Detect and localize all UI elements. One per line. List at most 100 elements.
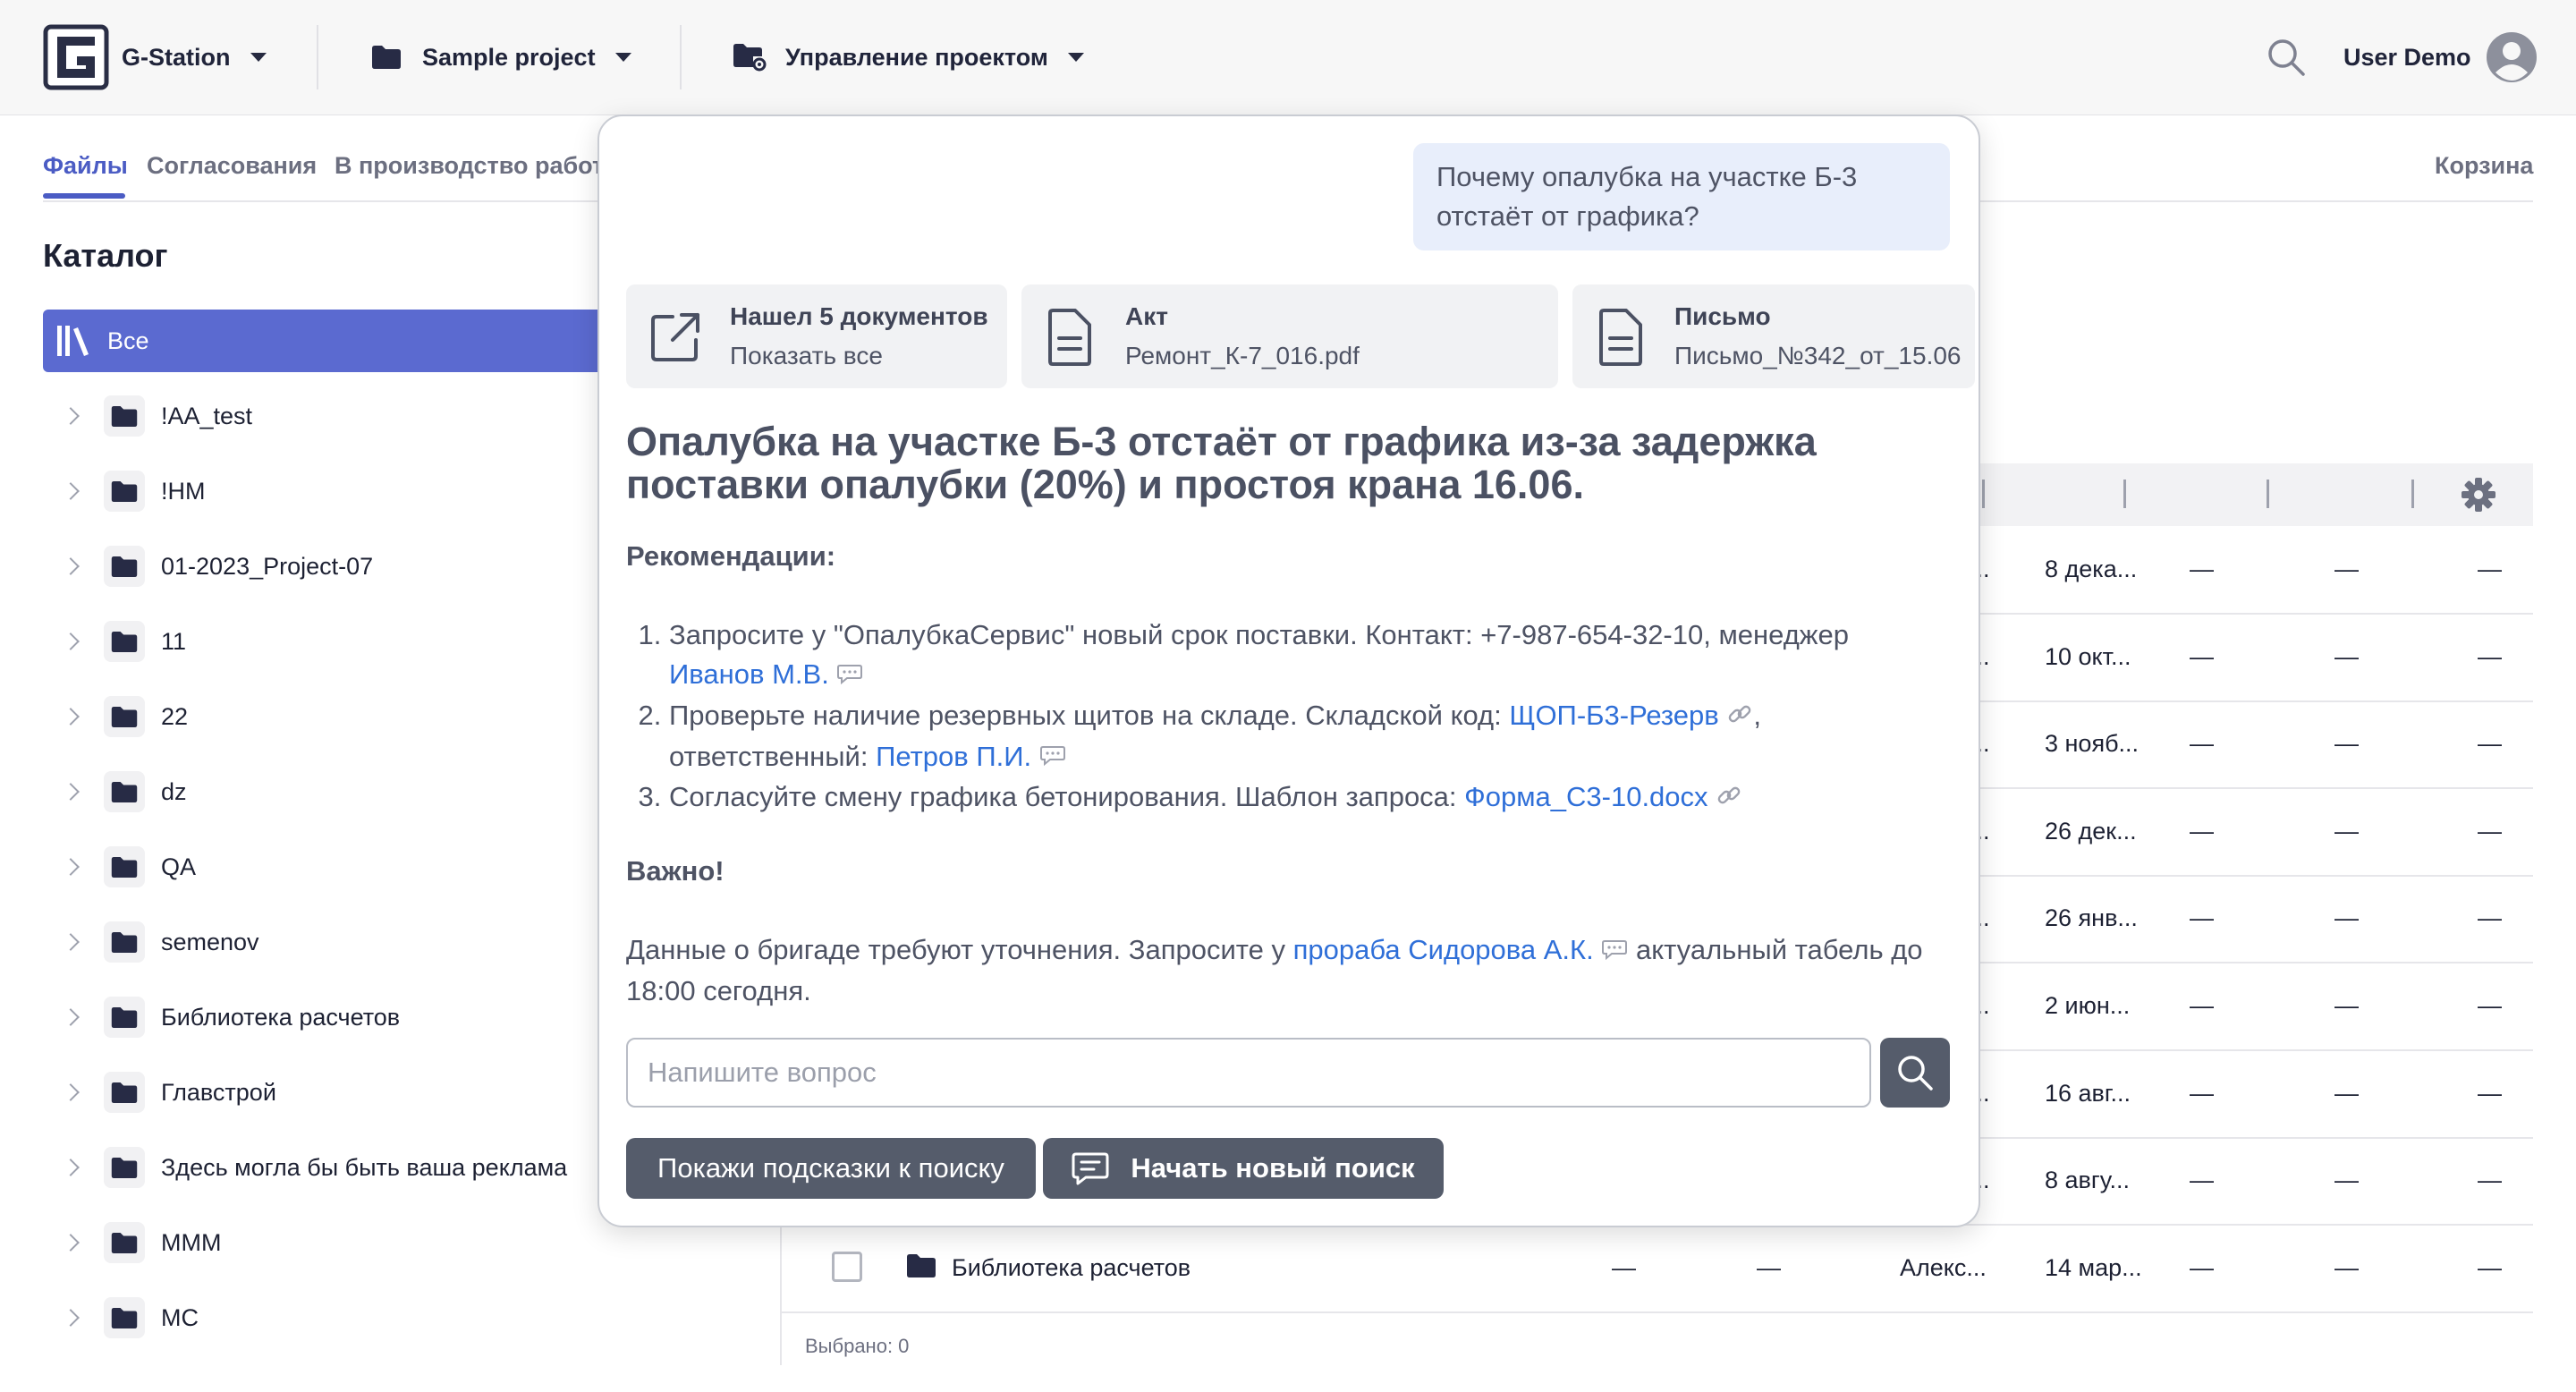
table-row[interactable]: Библиотека расчетов — — Алекс... 14 мар.… bbox=[780, 1225, 2533, 1313]
sidebar-item-label: MC bbox=[161, 1303, 199, 1331]
new-search-label: Начать новый поиск bbox=[1131, 1152, 1415, 1184]
contact-link[interactable]: прораба Сидорова А.К. bbox=[1293, 934, 1594, 965]
sidebar-item-label: !HM bbox=[161, 477, 206, 505]
folder-icon bbox=[104, 1147, 145, 1188]
chevron-right-icon[interactable] bbox=[62, 858, 80, 876]
sidebar-folder-item[interactable]: Библиотека расчетов bbox=[43, 980, 597, 1055]
tab-production[interactable]: В производство работ bbox=[335, 152, 604, 180]
app-switcher[interactable]: G-Station bbox=[122, 0, 267, 115]
row-date: 8 авгу... bbox=[2045, 1167, 2131, 1194]
search-icon[interactable] bbox=[2267, 38, 2306, 81]
link-icon[interactable] bbox=[1726, 698, 1753, 737]
chevron-right-icon[interactable] bbox=[62, 1309, 80, 1327]
folder-icon bbox=[104, 846, 145, 887]
user-question-bubble: Почему опалубка на участке Б-3 отстаёт о… bbox=[1413, 143, 1950, 250]
search-button[interactable] bbox=[1880, 1038, 1950, 1108]
sidebar-item-label: semenov bbox=[161, 928, 259, 955]
app-logo[interactable] bbox=[43, 24, 109, 90]
comment-icon[interactable] bbox=[1601, 932, 1628, 972]
new-search-button[interactable]: Начать новый поиск bbox=[1043, 1138, 1444, 1199]
sidebar-folder-item[interactable]: semenov bbox=[43, 904, 597, 980]
tab-approvals[interactable]: Согласования bbox=[147, 152, 317, 180]
link-icon[interactable] bbox=[1716, 779, 1742, 819]
chevron-down-icon bbox=[250, 53, 267, 62]
chevron-right-icon[interactable] bbox=[62, 482, 80, 500]
chevron-right-icon[interactable] bbox=[62, 1083, 80, 1101]
contact-link[interactable]: Иванов М.В. bbox=[669, 658, 829, 690]
sidebar-item-all[interactable]: Все bbox=[43, 310, 624, 372]
important-text-part: Данные о бригаде требуют уточнения. Запр… bbox=[626, 934, 1285, 965]
project-management-menu[interactable]: Управление проектом bbox=[732, 0, 1084, 115]
sidebar-folder-item[interactable]: Главстрой bbox=[43, 1055, 597, 1130]
chevron-right-icon[interactable] bbox=[62, 1159, 80, 1176]
row-cell: — bbox=[1612, 1254, 1636, 1281]
comment-icon[interactable] bbox=[1039, 738, 1066, 777]
sidebar-folder-item[interactable]: MC bbox=[43, 1280, 597, 1355]
user-name: User Demo bbox=[2343, 43, 2471, 71]
row-name[interactable]: Библиотека расчетов bbox=[952, 1225, 1191, 1311]
show-hints-button[interactable]: Покажи подсказки к поиску bbox=[626, 1138, 1036, 1199]
show-hints-label: Покажи подсказки к поиску bbox=[657, 1152, 1004, 1184]
chevron-right-icon[interactable] bbox=[62, 407, 80, 425]
column-divider bbox=[2267, 480, 2269, 508]
document-card-letter[interactable]: Письмо Письмо_№342_от_15.06 bbox=[1572, 284, 1975, 388]
row-date: 26 янв... bbox=[2045, 904, 2138, 932]
app-name: G-Station bbox=[122, 43, 231, 71]
sidebar-item-label: 01-2023_Project-07 bbox=[161, 552, 374, 580]
sidebar-folder-item[interactable]: Здесь могла бы быть ваша реклама bbox=[43, 1130, 597, 1205]
row-cell: — bbox=[2334, 817, 2359, 845]
row-cell: — bbox=[2478, 1079, 2502, 1107]
chevron-right-icon[interactable] bbox=[62, 783, 80, 801]
rec-text: Согласуйте смену графика бетонирования. … bbox=[669, 781, 1457, 813]
list-item: 2. Проверьте наличие резервных щитов на … bbox=[626, 696, 1941, 778]
contact-link[interactable]: Петров П.И. bbox=[876, 741, 1031, 772]
row-cell: — bbox=[2478, 730, 2502, 758]
question-input[interactable] bbox=[626, 1038, 1871, 1108]
chevron-right-icon[interactable] bbox=[62, 632, 80, 650]
sidebar-item-label: !AA_test bbox=[161, 402, 253, 429]
template-link[interactable]: Форма_С3-10.docx bbox=[1464, 781, 1707, 812]
list-number: 2. bbox=[638, 699, 669, 731]
chevron-right-icon[interactable] bbox=[62, 933, 80, 951]
sidebar-folder-item[interactable]: dz bbox=[43, 754, 597, 829]
chevron-right-icon[interactable] bbox=[62, 557, 80, 575]
search-icon bbox=[1896, 1054, 1934, 1091]
comment-icon[interactable] bbox=[836, 657, 863, 696]
column-divider bbox=[1982, 480, 1985, 508]
document-card-act[interactable]: Акт Ремонт_К-7_016.pdf bbox=[1021, 284, 1558, 388]
sidebar-item-label: 11 bbox=[161, 627, 187, 655]
gear-icon[interactable] bbox=[2460, 476, 2497, 514]
row-cell: — bbox=[2334, 556, 2359, 582]
chevron-right-icon[interactable] bbox=[62, 708, 80, 726]
tab-trash[interactable]: Корзина bbox=[2435, 152, 2533, 180]
sidebar-item-label: 22 bbox=[161, 702, 189, 730]
tab-files[interactable]: Файлы bbox=[43, 152, 128, 180]
folder-icon bbox=[104, 1297, 145, 1338]
row-author: Алекс... bbox=[1900, 1254, 1987, 1281]
recommendations-label: Рекомендации: bbox=[626, 540, 836, 572]
warehouse-code-link[interactable]: ЩОП-Б3-Резерв bbox=[1509, 700, 1718, 731]
row-cell: — bbox=[2190, 1167, 2214, 1194]
sidebar-folder-item[interactable]: 11 bbox=[43, 604, 597, 679]
library-icon bbox=[55, 324, 91, 358]
sidebar-folder-item[interactable]: 22 bbox=[43, 679, 597, 754]
project-switcher[interactable]: Sample project bbox=[370, 0, 631, 115]
sidebar-folder-item[interactable]: !AA_test bbox=[43, 378, 597, 454]
folder-icon bbox=[104, 471, 145, 512]
sidebar-folder-item[interactable]: MMM bbox=[43, 1205, 597, 1280]
user-menu[interactable]: User Demo bbox=[2343, 0, 2538, 115]
sidebar-folder-item[interactable]: QA bbox=[43, 829, 597, 904]
chevron-right-icon[interactable] bbox=[62, 1234, 80, 1252]
chevron-down-icon bbox=[614, 53, 631, 62]
found-documents-card[interactable]: Нашел 5 документов Показать все bbox=[626, 284, 1007, 388]
sidebar-folder-item[interactable]: 01-2023_Project-07 bbox=[43, 529, 597, 604]
chevron-right-icon[interactable] bbox=[62, 1008, 80, 1026]
folder-icon bbox=[370, 45, 402, 70]
folder-icon bbox=[104, 1222, 145, 1263]
row-cell: — bbox=[2334, 904, 2359, 932]
project-management-label: Управление проектом bbox=[785, 43, 1048, 71]
sidebar-folder-item[interactable]: !HM bbox=[43, 454, 597, 529]
external-link-icon bbox=[648, 310, 703, 365]
column-divider bbox=[2123, 480, 2126, 508]
row-checkbox[interactable] bbox=[832, 1252, 862, 1282]
